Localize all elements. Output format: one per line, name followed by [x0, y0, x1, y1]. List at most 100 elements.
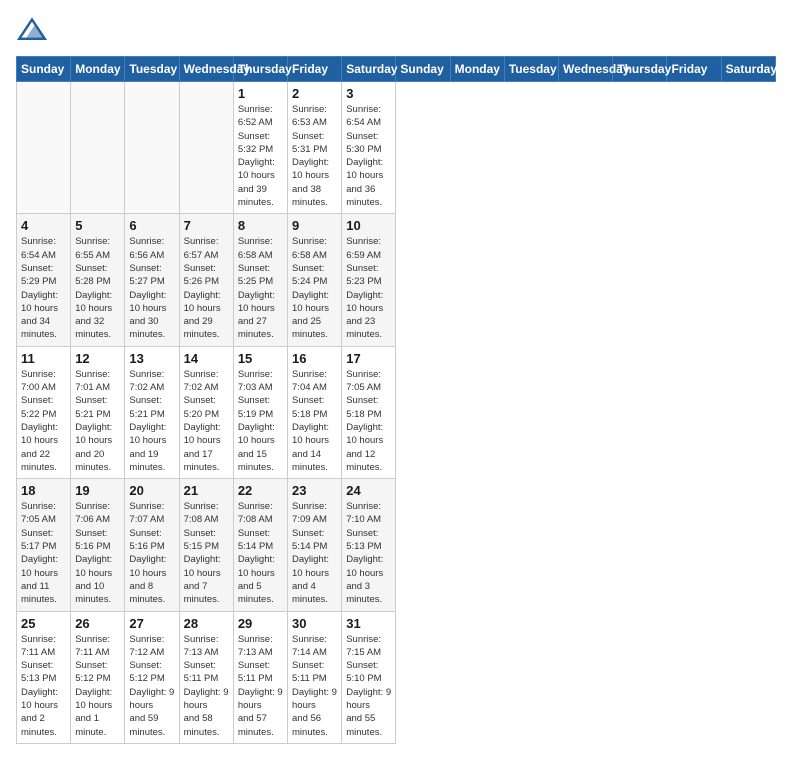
calendar-cell: 5 Sunrise: 6:55 AM Sunset: 5:28 PM Daylig… [71, 214, 125, 346]
calendar-cell: 19Sunrise: 7:06 AM Sunset: 5:16 PM Dayli… [71, 479, 125, 611]
col-header-thursday: Thursday [233, 57, 287, 82]
col-header-monday: Monday [71, 57, 125, 82]
page-header [16, 16, 776, 44]
day-number: 9 [292, 218, 337, 233]
calendar-cell: 8 Sunrise: 6:58 AM Sunset: 5:25 PM Daylig… [233, 214, 287, 346]
day-info: Sunrise: 7:05 AM Sunset: 5:18 PM Dayligh… [346, 368, 391, 474]
day-number: 11 [21, 351, 66, 366]
col-header-tuesday: Tuesday [125, 57, 179, 82]
day-info: Sunrise: 7:09 AM Sunset: 5:14 PM Dayligh… [292, 500, 337, 606]
day-info: Sunrise: 7:10 AM Sunset: 5:13 PM Dayligh… [346, 500, 391, 606]
col-header-saturday: Saturday [342, 57, 396, 82]
day-number: 23 [292, 483, 337, 498]
day-info: Sunrise: 7:04 AM Sunset: 5:18 PM Dayligh… [292, 368, 337, 474]
calendar-cell: 6 Sunrise: 6:56 AM Sunset: 5:27 PM Daylig… [125, 214, 179, 346]
day-number: 28 [184, 616, 229, 631]
col-header-saturday: Saturday [721, 57, 775, 82]
calendar-cell: 1Sunrise: 6:52 AM Sunset: 5:32 PM Daylig… [233, 82, 287, 214]
day-number: 22 [238, 483, 283, 498]
calendar-cell [71, 82, 125, 214]
day-number: 12 [75, 351, 120, 366]
col-header-tuesday: Tuesday [504, 57, 558, 82]
day-info: Sunrise: 7:14 AM Sunset: 5:11 PM Dayligh… [292, 633, 337, 739]
day-number: 6 [129, 218, 174, 233]
calendar-cell: 4 Sunrise: 6:54 AM Sunset: 5:29 PM Daylig… [17, 214, 71, 346]
day-info: Sunrise: 7:13 AM Sunset: 5:11 PM Dayligh… [184, 633, 229, 739]
day-number: 5 [75, 218, 120, 233]
day-number: 16 [292, 351, 337, 366]
day-info: Sunrise: 7:06 AM Sunset: 5:16 PM Dayligh… [75, 500, 120, 606]
day-info: Sunrise: 7:08 AM Sunset: 5:15 PM Dayligh… [184, 500, 229, 606]
day-info: Sunrise: 6:53 AM Sunset: 5:31 PM Dayligh… [292, 103, 337, 209]
calendar-cell: 29 Sunrise: 7:13 AM Sunset: 5:11 PM Dayli… [233, 611, 287, 743]
day-number: 13 [129, 351, 174, 366]
day-info: Sunrise: 7:13 AM Sunset: 5:11 PM Dayligh… [238, 633, 283, 739]
day-info: Sunrise: 6:55 AM Sunset: 5:28 PM Dayligh… [75, 235, 120, 341]
col-header-friday: Friday [667, 57, 721, 82]
calendar-cell: 20 Sunrise: 7:07 AM Sunset: 5:16 PM Dayli… [125, 479, 179, 611]
calendar-cell [125, 82, 179, 214]
day-info: Sunrise: 7:05 AM Sunset: 5:17 PM Dayligh… [21, 500, 66, 606]
day-info: Sunrise: 7:12 AM Sunset: 5:12 PM Dayligh… [129, 633, 174, 739]
calendar-cell: 13 Sunrise: 7:02 AM Sunset: 5:21 PM Dayli… [125, 346, 179, 478]
calendar-cell: 26 Sunrise: 7:11 AM Sunset: 5:12 PM Dayli… [71, 611, 125, 743]
day-info: Sunrise: 7:02 AM Sunset: 5:20 PM Dayligh… [184, 368, 229, 474]
day-number: 14 [184, 351, 229, 366]
day-number: 25 [21, 616, 66, 631]
calendar-cell: 17 Sunrise: 7:05 AM Sunset: 5:18 PM Dayli… [342, 346, 396, 478]
day-info: Sunrise: 6:52 AM Sunset: 5:32 PM Dayligh… [238, 103, 283, 209]
col-header-sunday: Sunday [17, 57, 71, 82]
calendar-cell [179, 82, 233, 214]
calendar-week-2: 4 Sunrise: 6:54 AM Sunset: 5:29 PM Daylig… [17, 214, 776, 346]
calendar-cell: 16 Sunrise: 7:04 AM Sunset: 5:18 PM Dayli… [288, 346, 342, 478]
calendar-table: SundayMondayTuesdayWednesdayThursdayFrid… [16, 56, 776, 744]
calendar-cell: 27Sunrise: 7:12 AM Sunset: 5:12 PM Dayli… [125, 611, 179, 743]
day-info: Sunrise: 7:08 AM Sunset: 5:14 PM Dayligh… [238, 500, 283, 606]
day-number: 10 [346, 218, 391, 233]
day-info: Sunrise: 7:01 AM Sunset: 5:21 PM Dayligh… [75, 368, 120, 474]
day-info: Sunrise: 7:00 AM Sunset: 5:22 PM Dayligh… [21, 368, 66, 474]
day-number: 18 [21, 483, 66, 498]
day-number: 29 [238, 616, 283, 631]
day-info: Sunrise: 6:58 AM Sunset: 5:25 PM Dayligh… [238, 235, 283, 341]
day-info: Sunrise: 6:54 AM Sunset: 5:30 PM Dayligh… [346, 103, 391, 209]
calendar-cell: 25Sunrise: 7:11 AM Sunset: 5:13 PM Dayli… [17, 611, 71, 743]
day-info: Sunrise: 7:07 AM Sunset: 5:16 PM Dayligh… [129, 500, 174, 606]
day-info: Sunrise: 6:56 AM Sunset: 5:27 PM Dayligh… [129, 235, 174, 341]
day-info: Sunrise: 6:54 AM Sunset: 5:29 PM Dayligh… [21, 235, 66, 341]
day-info: Sunrise: 7:02 AM Sunset: 5:21 PM Dayligh… [129, 368, 174, 474]
calendar-cell: 24 Sunrise: 7:10 AM Sunset: 5:13 PM Dayli… [342, 479, 396, 611]
day-number: 20 [129, 483, 174, 498]
logo [16, 16, 54, 44]
calendar-cell: 3Sunrise: 6:54 AM Sunset: 5:30 PM Daylig… [342, 82, 396, 214]
day-info: Sunrise: 7:03 AM Sunset: 5:19 PM Dayligh… [238, 368, 283, 474]
day-number: 26 [75, 616, 120, 631]
day-number: 17 [346, 351, 391, 366]
calendar-cell: 10 Sunrise: 6:59 AM Sunset: 5:23 PM Dayli… [342, 214, 396, 346]
col-header-sunday: Sunday [396, 57, 450, 82]
day-number: 8 [238, 218, 283, 233]
day-info: Sunrise: 6:57 AM Sunset: 5:26 PM Dayligh… [184, 235, 229, 341]
calendar-week-5: 25Sunrise: 7:11 AM Sunset: 5:13 PM Dayli… [17, 611, 776, 743]
calendar-cell: 21Sunrise: 7:08 AM Sunset: 5:15 PM Dayli… [179, 479, 233, 611]
calendar-cell [17, 82, 71, 214]
day-info: Sunrise: 6:58 AM Sunset: 5:24 PM Dayligh… [292, 235, 337, 341]
logo-icon [16, 16, 48, 44]
day-info: Sunrise: 6:59 AM Sunset: 5:23 PM Dayligh… [346, 235, 391, 341]
calendar-cell: 22 Sunrise: 7:08 AM Sunset: 5:14 PM Dayli… [233, 479, 287, 611]
day-number: 24 [346, 483, 391, 498]
calendar-cell: 7Sunrise: 6:57 AM Sunset: 5:26 PM Daylig… [179, 214, 233, 346]
calendar-week-3: 11 Sunrise: 7:00 AM Sunset: 5:22 PM Dayli… [17, 346, 776, 478]
calendar-cell: 31Sunrise: 7:15 AM Sunset: 5:10 PM Dayli… [342, 611, 396, 743]
day-info: Sunrise: 7:11 AM Sunset: 5:12 PM Dayligh… [75, 633, 120, 739]
calendar-cell: 28 Sunrise: 7:13 AM Sunset: 5:11 PM Dayli… [179, 611, 233, 743]
col-header-monday: Monday [450, 57, 504, 82]
day-number: 4 [21, 218, 66, 233]
col-header-thursday: Thursday [613, 57, 667, 82]
calendar-week-1: 1Sunrise: 6:52 AM Sunset: 5:32 PM Daylig… [17, 82, 776, 214]
day-number: 30 [292, 616, 337, 631]
calendar-cell: 18 Sunrise: 7:05 AM Sunset: 5:17 PM Dayli… [17, 479, 71, 611]
day-number: 31 [346, 616, 391, 631]
col-header-wednesday: Wednesday [559, 57, 613, 82]
calendar-cell: 15Sunrise: 7:03 AM Sunset: 5:19 PM Dayli… [233, 346, 287, 478]
